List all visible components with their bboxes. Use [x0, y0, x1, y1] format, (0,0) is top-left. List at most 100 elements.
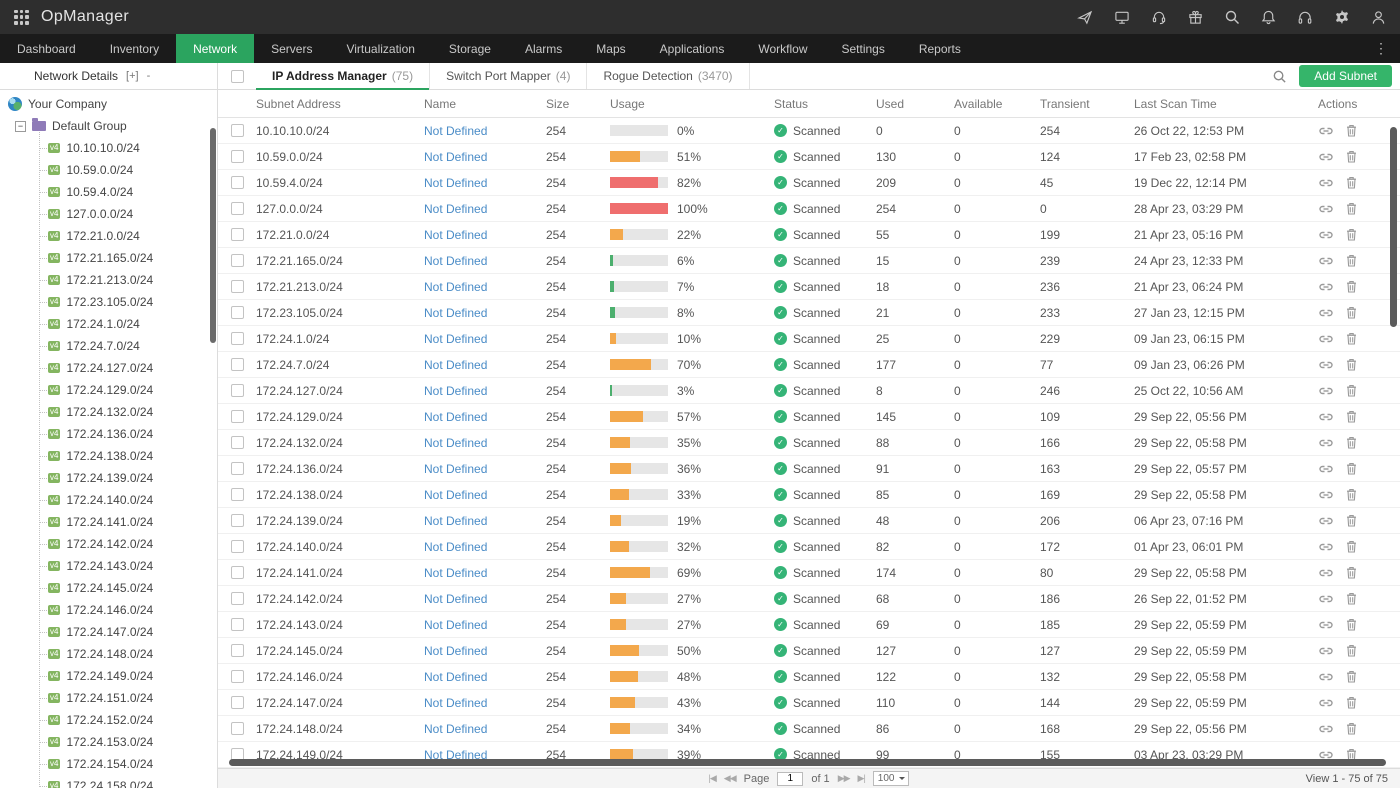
headset-icon[interactable]	[1297, 10, 1313, 25]
delete-action-icon[interactable]	[1346, 410, 1357, 423]
delete-action-icon[interactable]	[1346, 488, 1357, 501]
nav-item-dashboard[interactable]: Dashboard	[0, 34, 93, 63]
tree-node-subnet[interactable]: v4 172.24.140.0/24	[0, 489, 217, 511]
row-checkbox[interactable]	[230, 618, 244, 631]
subnet-name-link[interactable]: Not Defined	[424, 384, 546, 398]
search-icon[interactable]	[1224, 9, 1240, 25]
delete-action-icon[interactable]	[1346, 384, 1357, 397]
link-action-icon[interactable]	[1318, 281, 1334, 293]
link-action-icon[interactable]	[1318, 567, 1334, 579]
tree-vertical-scrollbar-thumb[interactable]	[210, 128, 216, 343]
subnet-name-link[interactable]: Not Defined	[424, 592, 546, 606]
delete-action-icon[interactable]	[1346, 592, 1357, 605]
tree-node-subnet[interactable]: v4 172.24.132.0/24	[0, 401, 217, 423]
subnet-name-link[interactable]: Not Defined	[424, 150, 546, 164]
helpdesk-icon[interactable]	[1151, 10, 1167, 25]
delete-action-icon[interactable]	[1346, 306, 1357, 319]
delete-action-icon[interactable]	[1346, 436, 1357, 449]
subnet-name-link[interactable]: Not Defined	[424, 332, 546, 346]
link-action-icon[interactable]	[1318, 203, 1334, 215]
row-checkbox[interactable]	[230, 124, 244, 137]
link-action-icon[interactable]	[1318, 489, 1334, 501]
subnet-name-link[interactable]: Not Defined	[424, 644, 546, 658]
row-checkbox[interactable]	[230, 280, 244, 293]
tree-node-subnet[interactable]: v4 172.24.129.0/24	[0, 379, 217, 401]
link-action-icon[interactable]	[1318, 671, 1334, 683]
subnet-name-link[interactable]: Not Defined	[424, 202, 546, 216]
row-checkbox[interactable]	[230, 228, 244, 241]
nav-item-storage[interactable]: Storage	[432, 34, 508, 63]
delete-action-icon[interactable]	[1346, 462, 1357, 475]
subnet-name-link[interactable]: Not Defined	[424, 462, 546, 476]
link-action-icon[interactable]	[1318, 723, 1334, 735]
link-action-icon[interactable]	[1318, 619, 1334, 631]
collapse-toggle-icon[interactable]: −	[15, 120, 26, 132]
user-icon[interactable]	[1371, 10, 1386, 25]
nav-item-virtualization[interactable]: Virtualization	[329, 34, 431, 63]
subnet-name-link[interactable]: Not Defined	[424, 228, 546, 242]
send-icon[interactable]	[1077, 10, 1093, 25]
link-action-icon[interactable]	[1318, 333, 1334, 345]
tree-node-subnet[interactable]: v4 10.59.0.0/24	[0, 159, 217, 181]
nav-item-network[interactable]: Network	[176, 34, 255, 63]
link-action-icon[interactable]	[1318, 385, 1334, 397]
subnet-name-link[interactable]: Not Defined	[424, 436, 546, 450]
delete-action-icon[interactable]	[1346, 202, 1357, 215]
nav-item-maps[interactable]: Maps	[579, 34, 642, 63]
gift-icon[interactable]	[1188, 10, 1203, 25]
row-checkbox[interactable]	[230, 696, 244, 709]
subnet-name-link[interactable]: Not Defined	[424, 176, 546, 190]
tree-node-subnet[interactable]: v4 172.24.7.0/24	[0, 335, 217, 357]
subnet-name-link[interactable]: Not Defined	[424, 410, 546, 424]
tree-node-subnet[interactable]: v4 172.24.1.0/24	[0, 313, 217, 335]
tree-node-subnet[interactable]: v4 172.24.127.0/24	[0, 357, 217, 379]
row-checkbox[interactable]	[230, 410, 244, 423]
apps-grid-icon[interactable]	[14, 9, 29, 25]
delete-action-icon[interactable]	[1346, 332, 1357, 345]
row-checkbox[interactable]	[230, 254, 244, 267]
tree-node-subnet[interactable]: v4 172.24.141.0/24	[0, 511, 217, 533]
tree-node-subnet[interactable]: v4 172.21.0.0/24	[0, 225, 217, 247]
link-action-icon[interactable]	[1318, 463, 1334, 475]
subnet-name-link[interactable]: Not Defined	[424, 618, 546, 632]
link-action-icon[interactable]	[1318, 593, 1334, 605]
tree-node-subnet[interactable]: v4 172.24.152.0/24	[0, 709, 217, 731]
tree-node-subnet[interactable]: v4 172.24.146.0/24	[0, 599, 217, 621]
tree-node-subnet[interactable]: v4 172.21.165.0/24	[0, 247, 217, 269]
link-action-icon[interactable]	[1318, 177, 1334, 189]
add-subnet-button[interactable]: Add Subnet	[1299, 65, 1392, 87]
page-size-select[interactable]: 100	[872, 771, 910, 786]
row-checkbox[interactable]	[230, 488, 244, 501]
nav-overflow-icon[interactable]: ⋮	[1362, 34, 1400, 63]
page-number-input[interactable]	[777, 771, 804, 786]
subnet-name-link[interactable]: Not Defined	[424, 722, 546, 736]
table-search-icon[interactable]	[1272, 69, 1287, 84]
subnet-name-link[interactable]: Not Defined	[424, 254, 546, 268]
nav-item-workflow[interactable]: Workflow	[741, 34, 824, 63]
row-checkbox[interactable]	[230, 358, 244, 371]
link-action-icon[interactable]	[1318, 645, 1334, 657]
nav-item-inventory[interactable]: Inventory	[93, 34, 176, 63]
delete-action-icon[interactable]	[1346, 722, 1357, 735]
nav-item-applications[interactable]: Applications	[643, 34, 742, 63]
link-action-icon[interactable]	[1318, 411, 1334, 423]
row-checkbox[interactable]	[230, 592, 244, 605]
link-action-icon[interactable]	[1318, 125, 1334, 137]
delete-action-icon[interactable]	[1346, 150, 1357, 163]
subnet-name-link[interactable]: Not Defined	[424, 696, 546, 710]
link-action-icon[interactable]	[1318, 541, 1334, 553]
subnet-name-link[interactable]: Not Defined	[424, 488, 546, 502]
select-all-checkbox[interactable]	[230, 69, 244, 83]
row-checkbox[interactable]	[230, 722, 244, 735]
tree-node-subnet[interactable]: v4 172.24.147.0/24	[0, 621, 217, 643]
link-action-icon[interactable]	[1318, 515, 1334, 527]
gear-icon[interactable]	[1334, 9, 1350, 25]
delete-action-icon[interactable]	[1346, 644, 1357, 657]
tree-node-subnet[interactable]: v4 172.24.143.0/24	[0, 555, 217, 577]
row-checkbox[interactable]	[230, 306, 244, 319]
delete-action-icon[interactable]	[1346, 670, 1357, 683]
tree-node-subnet[interactable]: v4 172.24.142.0/24	[0, 533, 217, 555]
tree-node-subnet[interactable]: v4 172.24.154.0/24	[0, 753, 217, 775]
nav-item-settings[interactable]: Settings	[824, 34, 901, 63]
delete-action-icon[interactable]	[1346, 566, 1357, 579]
